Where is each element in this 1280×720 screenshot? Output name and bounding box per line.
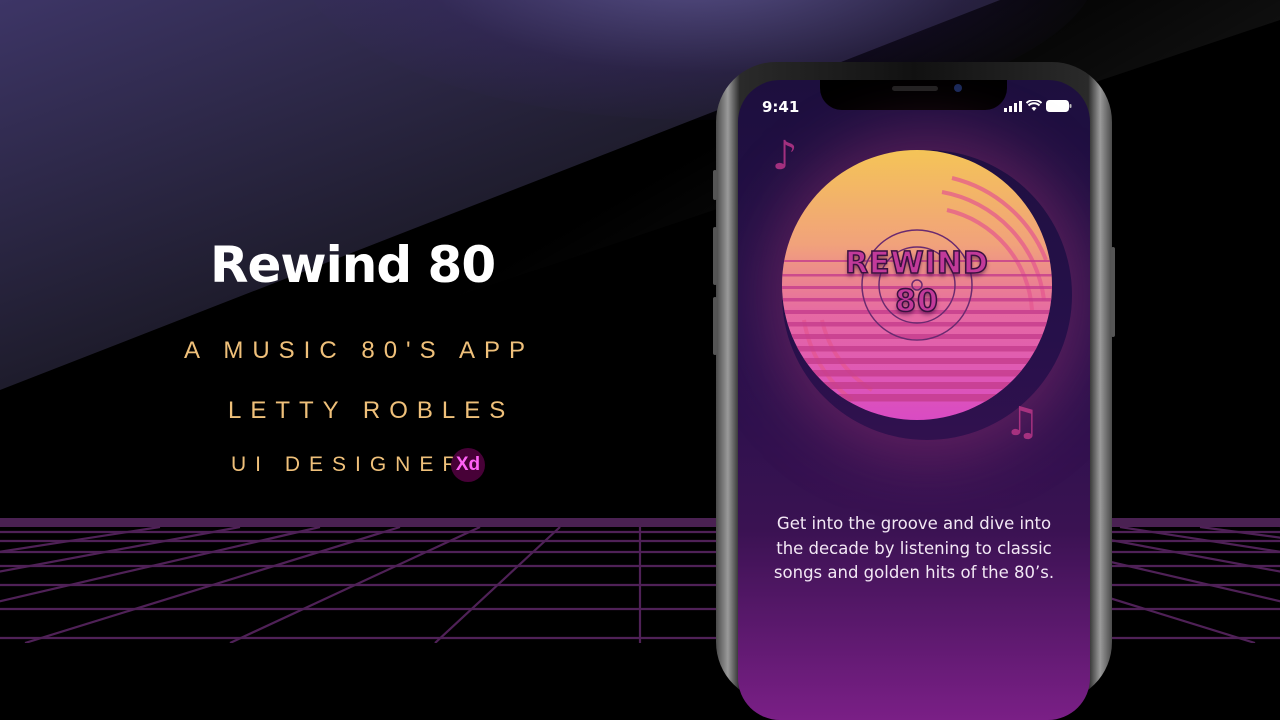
phone-power-button xyxy=(1111,247,1115,337)
disc-stripe xyxy=(782,394,1052,402)
disc-stripe xyxy=(782,370,1052,377)
status-icons xyxy=(1004,100,1072,112)
disc-stripe xyxy=(782,334,1052,339)
wifi-icon xyxy=(1026,100,1042,111)
logo-80: 80 xyxy=(894,283,939,320)
status-time: 9:41 xyxy=(762,98,800,116)
phone-mockup: 9:41 ♪ ♫ REWIND 80 Get into the groove a… xyxy=(713,62,1115,720)
author-role: UI DESIGNER xyxy=(231,453,467,476)
disc-stripe xyxy=(782,346,1052,352)
phone-screen: 9:41 ♪ ♫ REWIND 80 Get into the groove a… xyxy=(738,80,1090,720)
disc-stripe xyxy=(782,382,1052,389)
signal-icon xyxy=(1004,100,1022,112)
vinyl-record-logo: REWIND 80 xyxy=(782,150,1052,420)
onboarding-description: Get into the groove and dive into the de… xyxy=(773,514,1055,582)
adobe-xd-icon: Xd xyxy=(451,448,485,482)
phone-mute-switch xyxy=(713,170,717,200)
app-subtitle: A MUSIC 80'S APP xyxy=(184,337,535,364)
phone-volume-down xyxy=(713,297,717,355)
battery-icon xyxy=(1046,100,1072,112)
camera-icon xyxy=(954,84,962,92)
phone-volume-up xyxy=(713,227,717,285)
author-name: LETTY ROBLES xyxy=(228,397,515,424)
logo-rewind: REWIND xyxy=(844,245,989,282)
disc-stripe xyxy=(782,358,1052,364)
speaker-grille xyxy=(892,86,938,91)
phone-notch xyxy=(820,80,1007,110)
app-title: Rewind 80 xyxy=(210,236,496,294)
